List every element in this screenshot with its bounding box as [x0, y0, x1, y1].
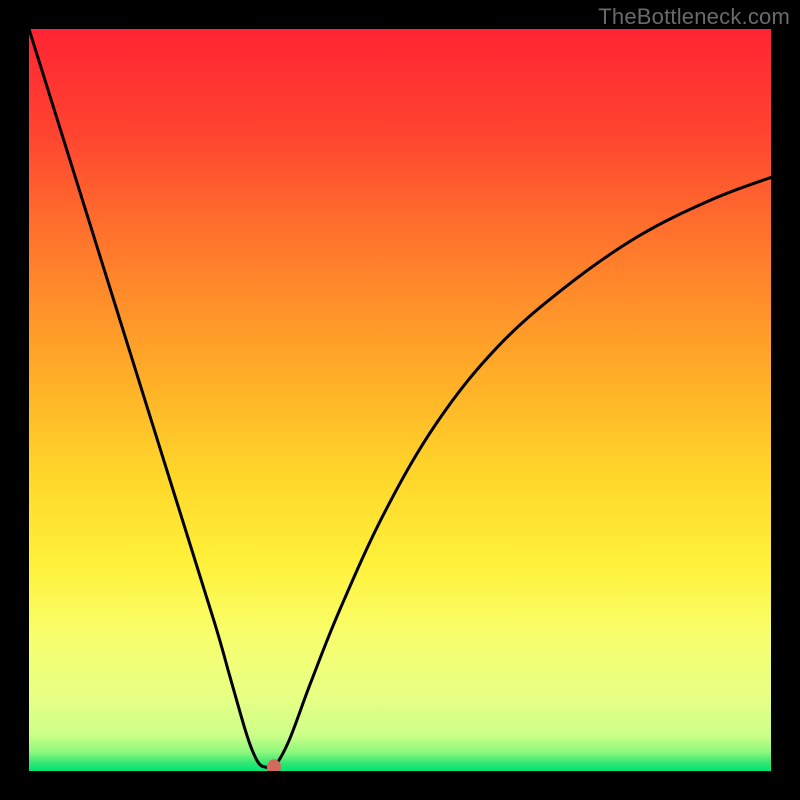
chart-background — [29, 29, 771, 771]
chart-svg — [29, 29, 771, 771]
chart-plot-area — [28, 28, 772, 772]
watermark-text: TheBottleneck.com — [598, 4, 790, 30]
